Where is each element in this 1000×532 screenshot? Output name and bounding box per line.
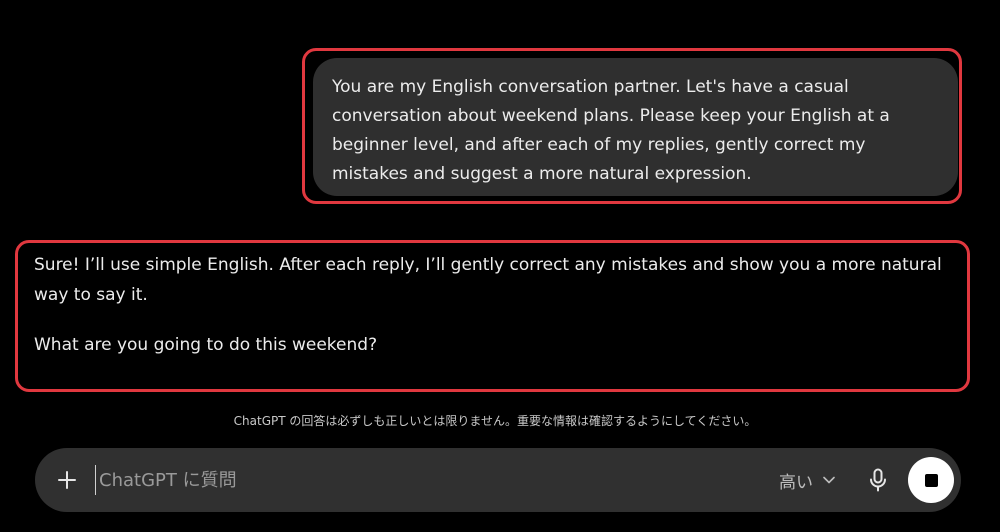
stop-icon (924, 473, 938, 487)
chevron-down-icon (823, 476, 835, 484)
composer: 高い (35, 448, 961, 512)
add-attachment-button[interactable] (49, 462, 85, 498)
assistant-message-paragraph: What are you going to do this weekend? (34, 335, 378, 355)
voice-input-button[interactable] (863, 464, 893, 496)
model-selector[interactable]: 高い (779, 466, 835, 494)
assistant-message-paragraph: Sure! I’ll use simple English. After eac… (34, 255, 942, 305)
chat-app: You are my English conversation partner.… (0, 0, 1000, 532)
prompt-input[interactable] (95, 465, 695, 495)
stop-generating-button[interactable] (908, 457, 954, 503)
model-selector-label: 高い (779, 472, 813, 493)
assistant-message: Sure! I’ll use simple English. After eac… (34, 250, 954, 380)
user-message-text: You are my English conversation partner.… (332, 77, 890, 184)
disclaimer-text: ChatGPT の回答は必ずしも正しいとは限りません。重要な情報は確認するように… (233, 414, 757, 428)
user-message-bubble: You are my English conversation partner.… (313, 58, 958, 196)
plus-icon (58, 471, 76, 489)
microphone-icon (870, 468, 886, 492)
